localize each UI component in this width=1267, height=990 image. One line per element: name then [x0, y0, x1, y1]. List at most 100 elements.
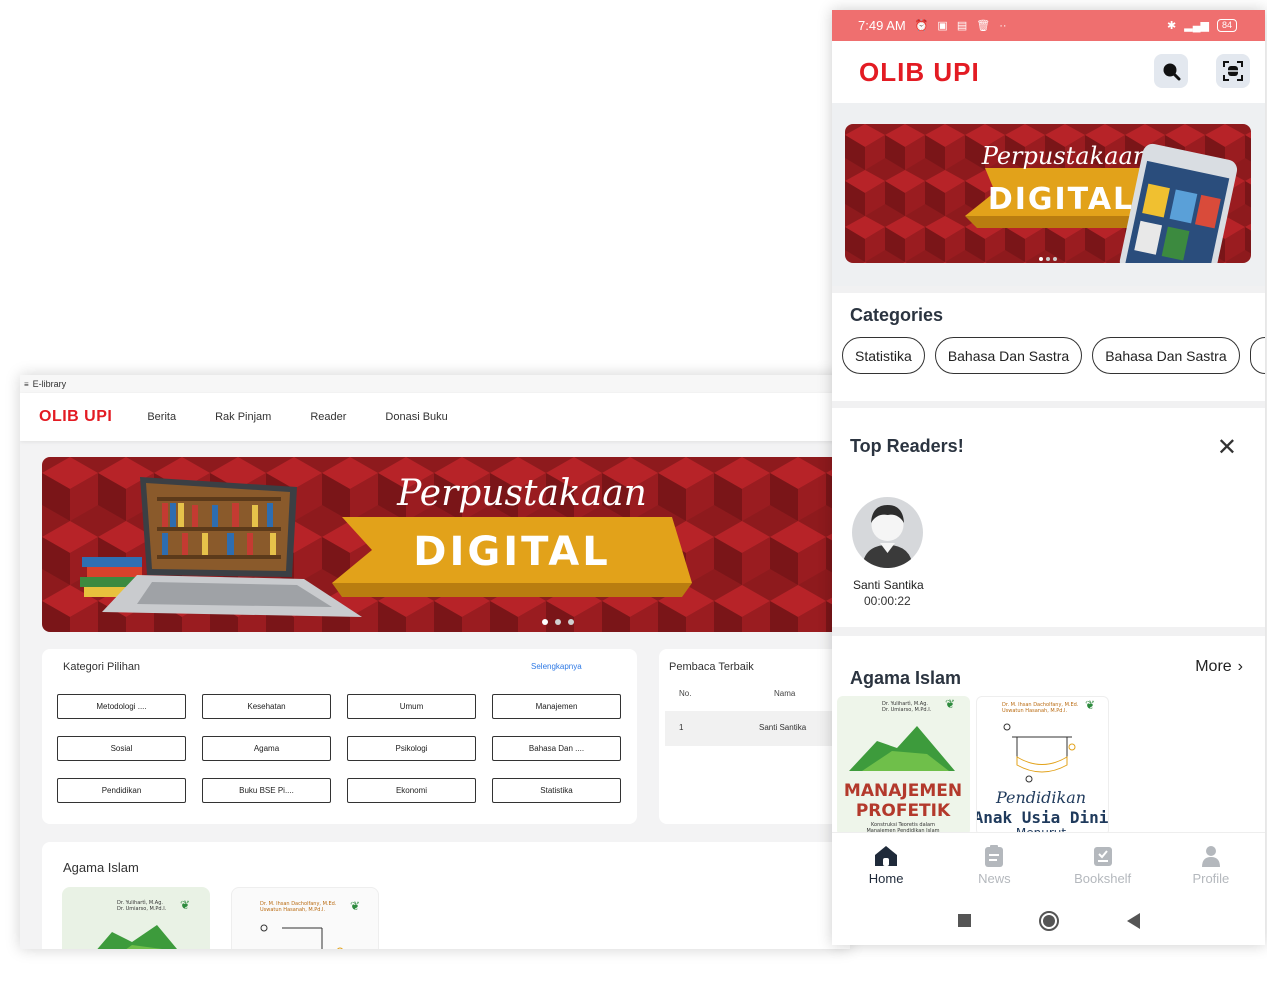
- categories-section: Categories Statistika Bahasa Dan Sastra …: [832, 293, 1265, 401]
- category-chip[interactable]: Psikologi: [347, 736, 476, 761]
- top-readers-title: Top Readers!: [850, 436, 964, 456]
- category-chip[interactable]: Umum: [347, 694, 476, 719]
- category-chip[interactable]: Pendidikan: [57, 778, 186, 803]
- message-icon: ▣: [937, 20, 948, 32]
- category-chip[interactable]: Manajemen: [492, 694, 621, 719]
- publisher-logo-icon: ❦: [945, 697, 955, 711]
- section-title: Agama Islam: [850, 668, 962, 688]
- window-title: E-library: [32, 379, 67, 389]
- signal-icon: ▂▄▆: [1184, 20, 1209, 32]
- category-chip[interactable]: Kesehatan: [202, 694, 331, 719]
- home-icon: [875, 845, 898, 866]
- book-title-line2: PROFETIK: [856, 801, 951, 821]
- book-authors: Dr. M. Ihsan Dacholfany, M.Ed. Uswatun Ha…: [260, 901, 337, 913]
- col-no-header: No.: [679, 689, 692, 698]
- back-button[interactable]: [1126, 912, 1140, 929]
- window-menu-icon[interactable]: ≡: [24, 380, 29, 389]
- row-no: 1: [679, 723, 684, 732]
- publisher-logo-icon: ❦: [1085, 698, 1095, 712]
- banner-section: Perpustakaan DIGITAL: [832, 103, 1265, 286]
- app-header: OLIB UPI: [832, 41, 1265, 103]
- more-link[interactable]: More ›: [1195, 658, 1243, 676]
- scan-button[interactable]: [1216, 54, 1250, 88]
- banner-script-text: Perpustakaan: [396, 473, 647, 514]
- chevron-right-icon: ›: [1237, 658, 1243, 675]
- row-name: Santi Santika: [759, 723, 807, 732]
- home-system-button[interactable]: [1038, 910, 1059, 931]
- book-cover[interactable]: Dr. Yulihartì, M.Ag. Dr. Umiarso, M.Pd.I.…: [837, 696, 970, 836]
- category-chip[interactable]: Agama: [202, 736, 331, 761]
- search-button[interactable]: [1154, 54, 1188, 88]
- status-bar: 7:49 AM ⏰ ▣ ▤ 🗑 ·· ✱ ▂▄▆ 84: [832, 10, 1265, 41]
- battery-icon: 84: [1216, 19, 1237, 32]
- category-title: Kategori Pilihan: [63, 661, 141, 673]
- banner-script-text: Perpustakaan: [981, 142, 1148, 170]
- category-card: Kategori Pilihan Selengkapnya Metodologi…: [42, 649, 637, 824]
- nav-berita[interactable]: Berita: [147, 411, 176, 423]
- bottom-tab-bar: Home News Bookshelf Profile: [832, 832, 1265, 896]
- category-chip[interactable]: Bahasa Dan ....: [492, 736, 621, 761]
- hero-banner[interactable]: Perpustakaan DIGITAL: [42, 457, 850, 632]
- reader-name: Santi Santika: [853, 578, 924, 592]
- tab-news[interactable]: News: [940, 833, 1048, 896]
- hero-banner[interactable]: Perpustakaan DIGITAL: [845, 124, 1251, 263]
- banner-big-text: DIGITAL: [413, 529, 610, 575]
- nav-rak-pinjam[interactable]: Rak Pinjam: [215, 411, 271, 423]
- recent-apps-button[interactable]: [957, 914, 971, 927]
- category-grid: Metodologi .... Kesehatan Umum Manajemen…: [57, 694, 621, 803]
- reader-time: 00:00:22: [864, 594, 911, 608]
- category-chip[interactable]: Metodologi ....: [57, 694, 186, 719]
- bluetooth-icon: ✱: [1167, 20, 1177, 32]
- categories-title: Categories: [850, 305, 944, 325]
- status-time: 7:49 AM: [858, 18, 906, 33]
- category-chip[interactable]: Sosial: [57, 736, 186, 761]
- agama-section: Agama Islam Dr. Yulihartì, M.Ag. Dr. Umia…: [42, 842, 850, 949]
- section-title: Agama Islam: [63, 860, 139, 875]
- col-name-header: Nama: [774, 689, 796, 698]
- book-title-line2: Anak Usia Dini: [977, 808, 1109, 827]
- table-row[interactable]: 1 Santi Santika: [665, 711, 850, 746]
- tab-bookshelf[interactable]: Bookshelf: [1049, 833, 1157, 896]
- banner-big-text: DIGITAL: [988, 182, 1134, 217]
- tab-label: Profile: [1192, 870, 1230, 886]
- top-readers-section: Top Readers! ✕ Santi Santika 00:00:22: [832, 408, 1265, 627]
- publisher-logo-icon: ❦: [350, 899, 360, 913]
- category-chip[interactable]: Bahasa Dan Sastra: [934, 337, 1083, 374]
- nav-donasi-buku[interactable]: Donasi Buku: [385, 411, 447, 423]
- category-chip[interactable]: Buku BSE Pi....: [202, 778, 331, 803]
- tab-label: Home: [868, 870, 904, 886]
- nav-reader[interactable]: Reader: [310, 411, 346, 423]
- phone-screen: 7:49 AM ⏰ ▣ ▤ 🗑 ·· ✱ ▂▄▆ 84 OLIB UPI Per…: [832, 10, 1265, 945]
- bookshelf-icon: [1093, 846, 1112, 866]
- more-label: More: [1195, 658, 1232, 675]
- category-chip[interactable]: Ekonomi: [347, 778, 476, 803]
- category-chip[interactable]: Bahasa Dan Sastra: [1092, 337, 1240, 374]
- site-logo[interactable]: OLIB UPI: [39, 408, 112, 426]
- desktop-window: ≡ E-library OLIB UPI Berita Rak Pinjam R…: [20, 375, 850, 949]
- alarm-icon: ⏰: [914, 20, 929, 32]
- book-title-line1: Pendidikan: [995, 788, 1086, 807]
- scan-icon: [1223, 61, 1243, 81]
- publisher-logo-icon: ❦: [180, 898, 190, 912]
- avatar[interactable]: [852, 497, 923, 568]
- book-cover[interactable]: Dr. Yulihartì, M.Ag. Dr. Umiarso, M.Pd.I.…: [62, 887, 210, 949]
- agama-section: Agama Islam More › Dr. Yulihartì, M.Ag. D…: [832, 636, 1265, 836]
- category-chips: Statistika Bahasa Dan Sastra Bahasa Dan …: [842, 337, 1265, 374]
- tab-profile[interactable]: Profile: [1157, 833, 1265, 896]
- more-notifications-icon: ··: [999, 19, 1007, 32]
- desktop-navbar: OLIB UPI Berita Rak Pinjam Reader Donasi…: [20, 393, 850, 441]
- book-authors: Dr. Yulihartì, M.Ag. Dr. Umiarso, M.Pd.I.: [117, 899, 167, 912]
- tab-label: Bookshelf: [1074, 870, 1132, 886]
- book-cover[interactable]: Dr. M. Ihsan Dacholfany, M.Ed. Uswatun Ha…: [231, 887, 379, 949]
- book-authors: Dr. Yulihartì, M.Ag. Dr. Umiarso, M.Pd.I.: [882, 700, 932, 713]
- see-more-link[interactable]: Selengkapnya: [531, 662, 582, 671]
- news-icon: [985, 844, 1004, 867]
- book-cover[interactable]: Dr. M. Ihsan Dacholfany, M.Ed. Uswatun Ha…: [976, 696, 1109, 836]
- category-chip[interactable]: Statistika: [492, 778, 621, 803]
- category-chip[interactable]: Statistika: [842, 337, 925, 374]
- top-readers-card: Pembaca Terbaik No. Nama 1 Santi Santika: [659, 649, 850, 824]
- tab-home[interactable]: Home: [832, 833, 940, 896]
- book-title-line1: MANAJEMEN: [844, 781, 962, 801]
- close-icon[interactable]: ✕: [1217, 433, 1237, 462]
- category-chip-partial[interactable]: [1249, 337, 1265, 374]
